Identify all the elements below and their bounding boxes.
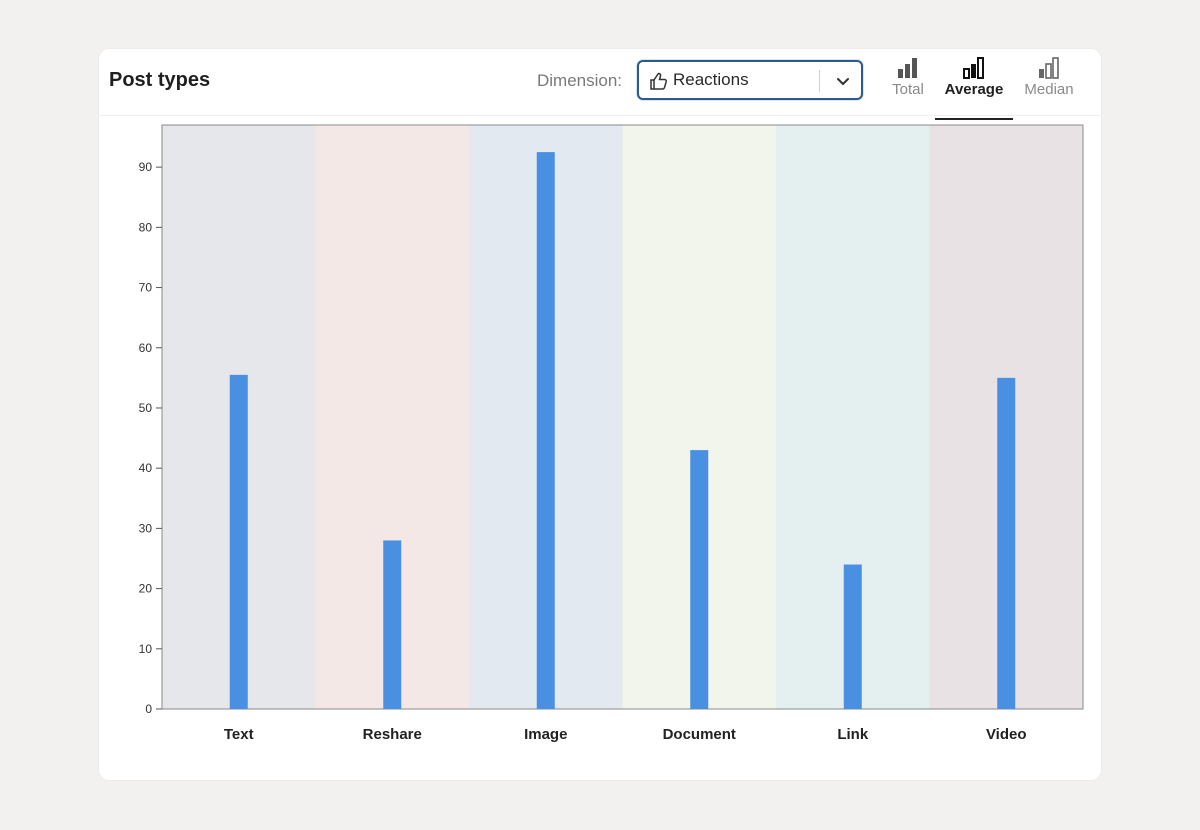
bar-chart-average-icon [963, 57, 984, 79]
bar-image [536, 152, 555, 710]
dropdown-divider [819, 70, 820, 92]
x-tick-label: Reshare [363, 726, 422, 743]
y-tick-label: 10 [139, 642, 153, 656]
tab-median-label: Median [1024, 81, 1074, 98]
tab-average-label: Average [944, 81, 1004, 98]
x-tick-label: Video [986, 726, 1027, 743]
y-tick-label: 20 [139, 582, 153, 596]
bar-reshare [383, 540, 402, 709]
tab-average[interactable]: Average [935, 57, 1013, 120]
bar-document [690, 450, 709, 709]
x-tick-label: Image [524, 726, 567, 743]
bar-video [997, 377, 1016, 709]
y-tick-label: 80 [139, 220, 153, 234]
x-tick-label: Link [837, 726, 868, 743]
x-tick-label: Document [663, 726, 736, 743]
y-tick-label: 40 [139, 461, 153, 475]
card-title: Post types [109, 69, 211, 91]
dimension-label: Dimension: [537, 71, 623, 90]
chevron-down-icon[interactable] [835, 73, 851, 89]
bar-link [843, 564, 862, 709]
bar-chart-median-icon [1039, 57, 1059, 79]
y-tick-label: 50 [139, 401, 153, 415]
x-tick-label: Text [224, 726, 254, 743]
card-header: Post types Dimension: Reactions Total Av… [99, 49, 1101, 120]
dimension-value: Reactions [673, 70, 749, 89]
y-tick-label: 90 [139, 160, 153, 174]
post-types-chart: 0 10 20 30 40 50 60 70 80 90 Text Reshare Image Docum… [139, 124, 1084, 743]
y-tick-label: 60 [139, 341, 153, 355]
tab-total-label: Total [892, 81, 924, 98]
bar-chart-icon [898, 58, 917, 78]
tab-total[interactable]: Total [887, 57, 929, 113]
y-tick-label: 70 [139, 281, 153, 295]
post-types-card: Post types Dimension: Reactions Total Av… [99, 49, 1101, 780]
y-tick-label: 30 [139, 521, 153, 535]
thumbs-up-icon [650, 72, 668, 90]
bar-text [229, 374, 248, 709]
tab-median[interactable]: Median [1021, 57, 1077, 113]
y-tick-label: 0 [145, 702, 152, 716]
dimension-select[interactable]: Reactions [637, 60, 863, 100]
